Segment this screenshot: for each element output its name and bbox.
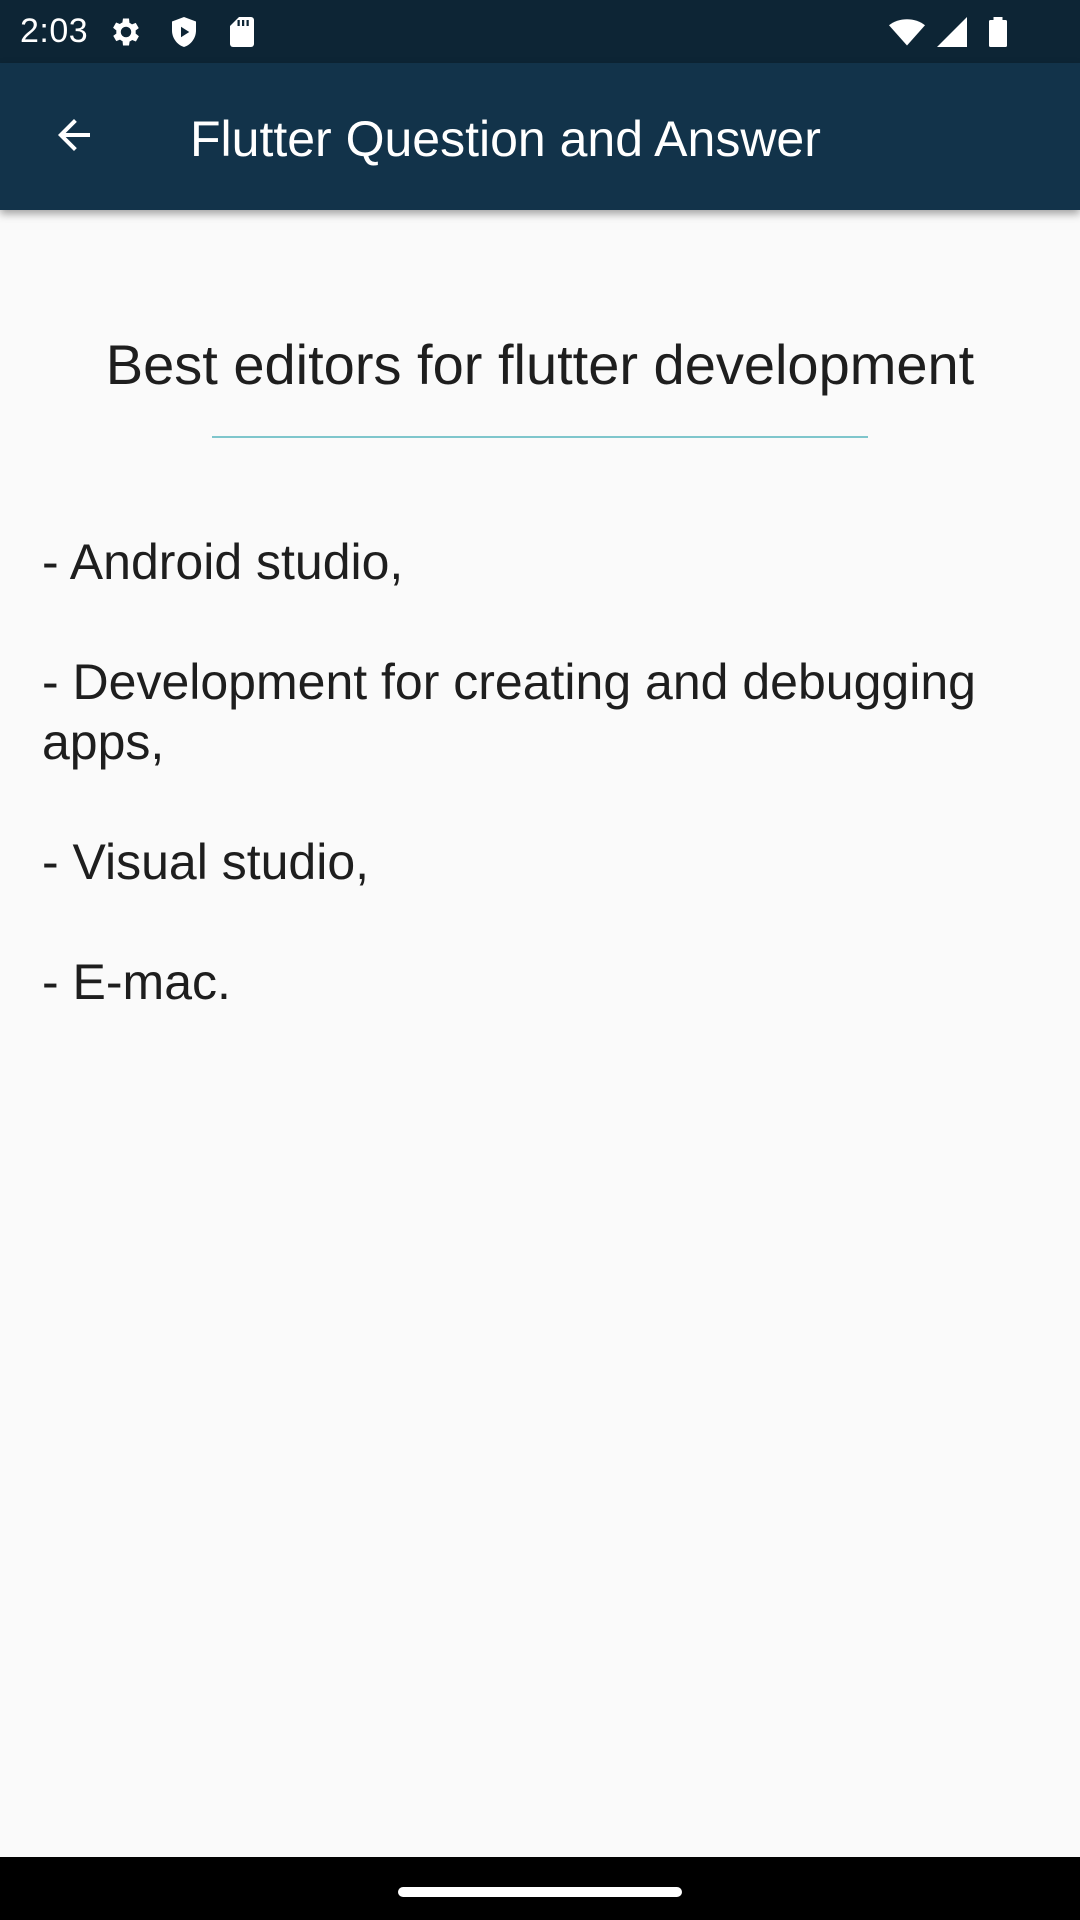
answer-item-development: - Development for creating and debugging… <box>42 654 976 770</box>
answer-item-emac: - E-mac. <box>42 954 231 1010</box>
arrow-back-icon <box>50 111 98 164</box>
back-button[interactable] <box>32 95 116 179</box>
page-title: Flutter Question and Answer <box>190 111 821 167</box>
home-indicator[interactable] <box>398 1887 682 1897</box>
app-bar: Flutter Question and Answer <box>0 63 1080 210</box>
content-area: Best editors for flutter development - A… <box>0 210 1080 1857</box>
navigation-bar <box>0 1857 1080 1920</box>
title-divider <box>212 436 868 438</box>
status-time: 2:03 <box>20 12 89 50</box>
question-title: Best editors for flutter development <box>105 333 975 396</box>
cellular-signal-icon <box>934 14 970 50</box>
battery-icon <box>980 14 1016 50</box>
wifi-icon <box>888 14 925 50</box>
answer-list: - Android studio, - Development for crea… <box>42 532 1042 1072</box>
gear-icon <box>108 14 144 50</box>
sd-card-icon <box>224 14 260 50</box>
answer-item-android-studio: - Android studio, <box>42 534 404 590</box>
answer-item-visual-studio: - Visual studio, <box>42 834 370 890</box>
status-bar: 2:03 <box>0 0 1080 63</box>
shield-icon <box>166 14 202 50</box>
